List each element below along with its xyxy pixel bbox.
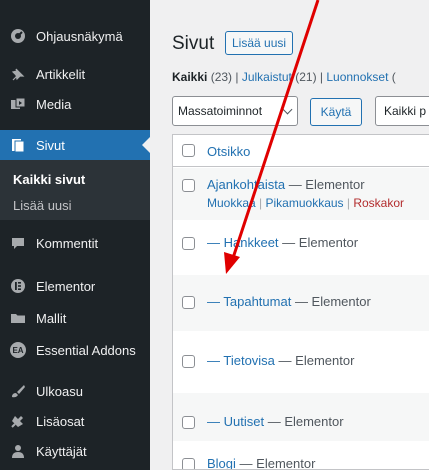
users-icon [0,443,36,459]
edit-link[interactable]: Muokkaa [207,196,256,210]
row-checkbox[interactable] [182,296,195,309]
active-indicator [142,137,150,153]
sidebar-item-media[interactable]: Media [0,89,150,119]
sidebar-item-label: Essential Addons [36,342,136,358]
pin-icon [0,66,36,82]
row-title: Blogi — Elementor [207,456,316,470]
page-title-link[interactable]: — Hankkeet [207,235,279,250]
svg-text:EA: EA [12,346,23,355]
view-filters: Kaikki (23) | Julkaistut (21) | Luonnoks… [172,70,396,84]
view-drafts[interactable]: Luonnokset ( [326,70,395,84]
table-row: Blogi — Elementor [173,441,429,470]
sidebar-item-plugins[interactable]: Lisäosat [0,406,150,436]
page-title-link[interactable]: — Uutiset [207,414,264,429]
admin-sidebar: Ohjausnäkymä Artikkelit Media Sivut Kaik… [0,0,150,470]
row-title: — Hankkeet — Elementor [207,235,358,250]
view-published[interactable]: Julkaistut (21) [242,70,317,84]
table-row: — Tapahtumat — Elementor [173,275,429,331]
brush-icon [0,383,36,399]
page-builder-label: — Elementor [288,177,365,192]
comment-icon [0,235,36,251]
apply-button[interactable]: Käytä [310,98,362,126]
sidebar-item-elementor[interactable]: Elementor [0,271,150,301]
ea-icon: EA [0,341,36,359]
quick-edit-link[interactable]: Pikamuokkaus [266,196,344,210]
sidebar-item-posts[interactable]: Artikkelit [0,59,150,89]
sidebar-item-users[interactable]: Käyttäjät [0,436,150,466]
table-row: Ajankohtaista — Elementor Muokkaa | Pika… [173,168,429,220]
page-builder-label: — Elementor [294,294,371,309]
row-checkbox[interactable] [182,355,195,368]
chevron-down-icon [282,104,293,115]
media-icon [0,96,36,112]
table-header: Otsikko [173,135,429,167]
sidebar-item-label: Käyttäjät [36,443,87,459]
page-title-link[interactable]: Ajankohtaista [207,177,285,192]
page-icon [0,137,36,153]
row-title: — Tapahtumat — Elementor [207,294,371,309]
row-checkbox[interactable] [182,416,195,429]
sidebar-item-label: Sivut [36,137,65,153]
date-filter-select[interactable]: Kaikki p [375,96,429,126]
table-row: — Tietovisa — Elementor [173,331,429,393]
sidebar-item-templates[interactable]: Mallit [0,303,150,333]
sidebar-item-pages[interactable]: Sivut [0,130,150,160]
select-all-checkbox[interactable] [182,144,195,157]
sidebar-item-label: Mallit [36,310,67,326]
sidebar-item-label: Lisäosat [36,413,85,429]
folder-icon [0,310,36,326]
table-row: — Hankkeet — Elementor [173,220,429,275]
page-title-link[interactable]: — Tapahtumat [207,294,291,309]
pages-table: Otsikko Ajankohtaista — Elementor Muokka… [172,134,429,470]
row-title: — Tietovisa — Elementor [207,353,354,368]
sidebar-item-label: Ohjausnäkymä [36,28,123,44]
page-builder-label: — Elementor [282,235,359,250]
page-builder-label: — Elementor [278,353,355,368]
sidebar-item-comments[interactable]: Kommentit [0,228,150,258]
sidebar-item-essential-addons[interactable]: EA Essential Addons [0,335,150,365]
page-title-link[interactable]: Blogi [207,456,236,469]
submenu-all-pages[interactable]: Kaikki sivut [13,172,85,187]
sidebar-item-label: Artikkelit [36,66,86,82]
pages-submenu: Kaikki sivut Lisää uusi [0,160,150,220]
trash-link[interactable]: Roskakor [353,196,404,210]
bulk-actions-value: Massatoiminnot [178,104,263,118]
page-title-link[interactable]: — Tietovisa [207,353,275,368]
add-new-page-button[interactable]: Lisää uusi [225,31,294,55]
sidebar-item-label: Media [36,96,72,112]
plugin-icon [0,413,36,429]
row-title: Ajankohtaista — Elementor [207,177,365,192]
column-title-header[interactable]: Otsikko [207,144,250,159]
row-title: — Uutiset — Elementor [207,414,344,429]
page-builder-label: — Elementor [267,414,344,429]
bulk-actions-select[interactable]: Massatoiminnot [172,96,298,126]
row-actions: Muokkaa | Pikamuokkaus | Roskakor [207,196,405,210]
table-row: — Uutiset — Elementor [173,393,429,441]
dashboard-icon [0,28,36,44]
page-builder-label: — Elementor [239,456,316,470]
sidebar-item-appearance[interactable]: Ulkoasu [0,376,150,406]
sidebar-item-label: Ulkoasu [36,383,83,399]
sidebar-item-label: Kommentit [36,235,99,251]
sidebar-item-label: Elementor [36,278,96,294]
row-checkbox[interactable] [182,179,195,192]
row-checkbox[interactable] [182,458,195,469]
elementor-icon [0,278,36,294]
row-checkbox[interactable] [182,237,195,250]
view-all[interactable]: Kaikki (23) [172,70,232,84]
submenu-add-new[interactable]: Lisää uusi [13,198,72,213]
page-title: Sivut [172,33,215,54]
sidebar-item-dashboard[interactable]: Ohjausnäkymä [0,21,150,51]
main-content: Sivut Lisää uusi Kaikki (23) | Julkaistu… [150,0,429,470]
